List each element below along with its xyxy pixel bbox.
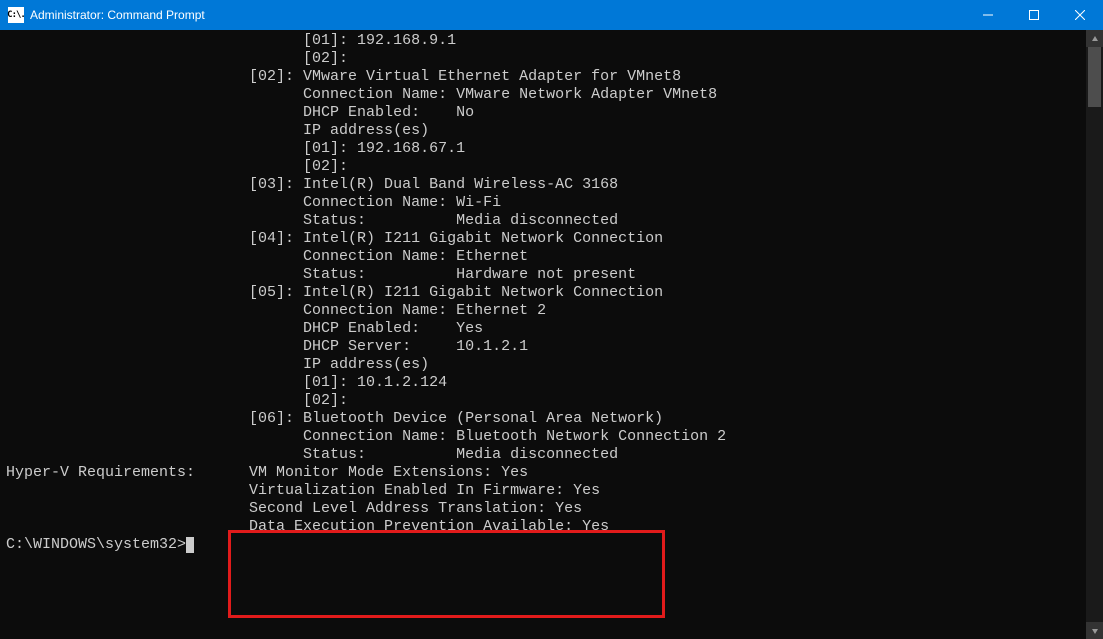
output-line: Connection Name: Bluetooth Network Conne… [6, 428, 1103, 446]
output-line: [02]: [6, 50, 1103, 68]
window-title: Administrator: Command Prompt [30, 8, 205, 22]
output-line: [02]: [6, 158, 1103, 176]
output-line: [04]: Intel(R) I211 Gigabit Network Conn… [6, 230, 1103, 248]
output-line: DHCP Enabled: No [6, 104, 1103, 122]
output-line: [02]: VMware Virtual Ethernet Adapter fo… [6, 68, 1103, 86]
prompt-text: C:\WINDOWS\system32> [6, 536, 186, 553]
output-line: Second Level Address Translation: Yes [6, 500, 1103, 518]
scroll-thumb[interactable] [1088, 47, 1101, 107]
output-line: Connection Name: Ethernet [6, 248, 1103, 266]
prompt-line: C:\WINDOWS\system32> [6, 536, 1103, 554]
output-line: Status: Media disconnected [6, 212, 1103, 230]
output-line: [01]: 192.168.9.1 [6, 32, 1103, 50]
scroll-down-button[interactable] [1086, 622, 1103, 639]
cursor [186, 537, 194, 553]
output-line: IP address(es) [6, 122, 1103, 140]
output-line: [03]: Intel(R) Dual Band Wireless-AC 316… [6, 176, 1103, 194]
output-line: IP address(es) [6, 356, 1103, 374]
output-line: Connection Name: VMware Network Adapter … [6, 86, 1103, 104]
output-line: [06]: Bluetooth Device (Personal Area Ne… [6, 410, 1103, 428]
output-line: Status: Media disconnected [6, 446, 1103, 464]
window-controls [965, 0, 1103, 30]
terminal-output[interactable]: [01]: 192.168.9.1 [02]: [02]: VMware Vir… [0, 30, 1103, 639]
output-line: DHCP Enabled: Yes [6, 320, 1103, 338]
output-line: Connection Name: Wi-Fi [6, 194, 1103, 212]
maximize-button[interactable] [1011, 0, 1057, 30]
vertical-scrollbar[interactable] [1086, 30, 1103, 639]
output-line: Connection Name: Ethernet 2 [6, 302, 1103, 320]
close-button[interactable] [1057, 0, 1103, 30]
window-titlebar[interactable]: C:\. Administrator: Command Prompt [0, 0, 1103, 30]
output-line: [02]: [6, 392, 1103, 410]
output-line: Virtualization Enabled In Firmware: Yes [6, 482, 1103, 500]
scroll-track[interactable] [1086, 47, 1103, 622]
output-line: Status: Hardware not present [6, 266, 1103, 284]
cmd-icon: C:\. [8, 7, 24, 23]
scroll-up-button[interactable] [1086, 30, 1103, 47]
output-line: Hyper-V Requirements: VM Monitor Mode Ex… [6, 464, 1103, 482]
output-line: [05]: Intel(R) I211 Gigabit Network Conn… [6, 284, 1103, 302]
output-line: [01]: 10.1.2.124 [6, 374, 1103, 392]
minimize-button[interactable] [965, 0, 1011, 30]
output-line: DHCP Server: 10.1.2.1 [6, 338, 1103, 356]
output-line: Data Execution Prevention Available: Yes [6, 518, 1103, 536]
output-line: [01]: 192.168.67.1 [6, 140, 1103, 158]
